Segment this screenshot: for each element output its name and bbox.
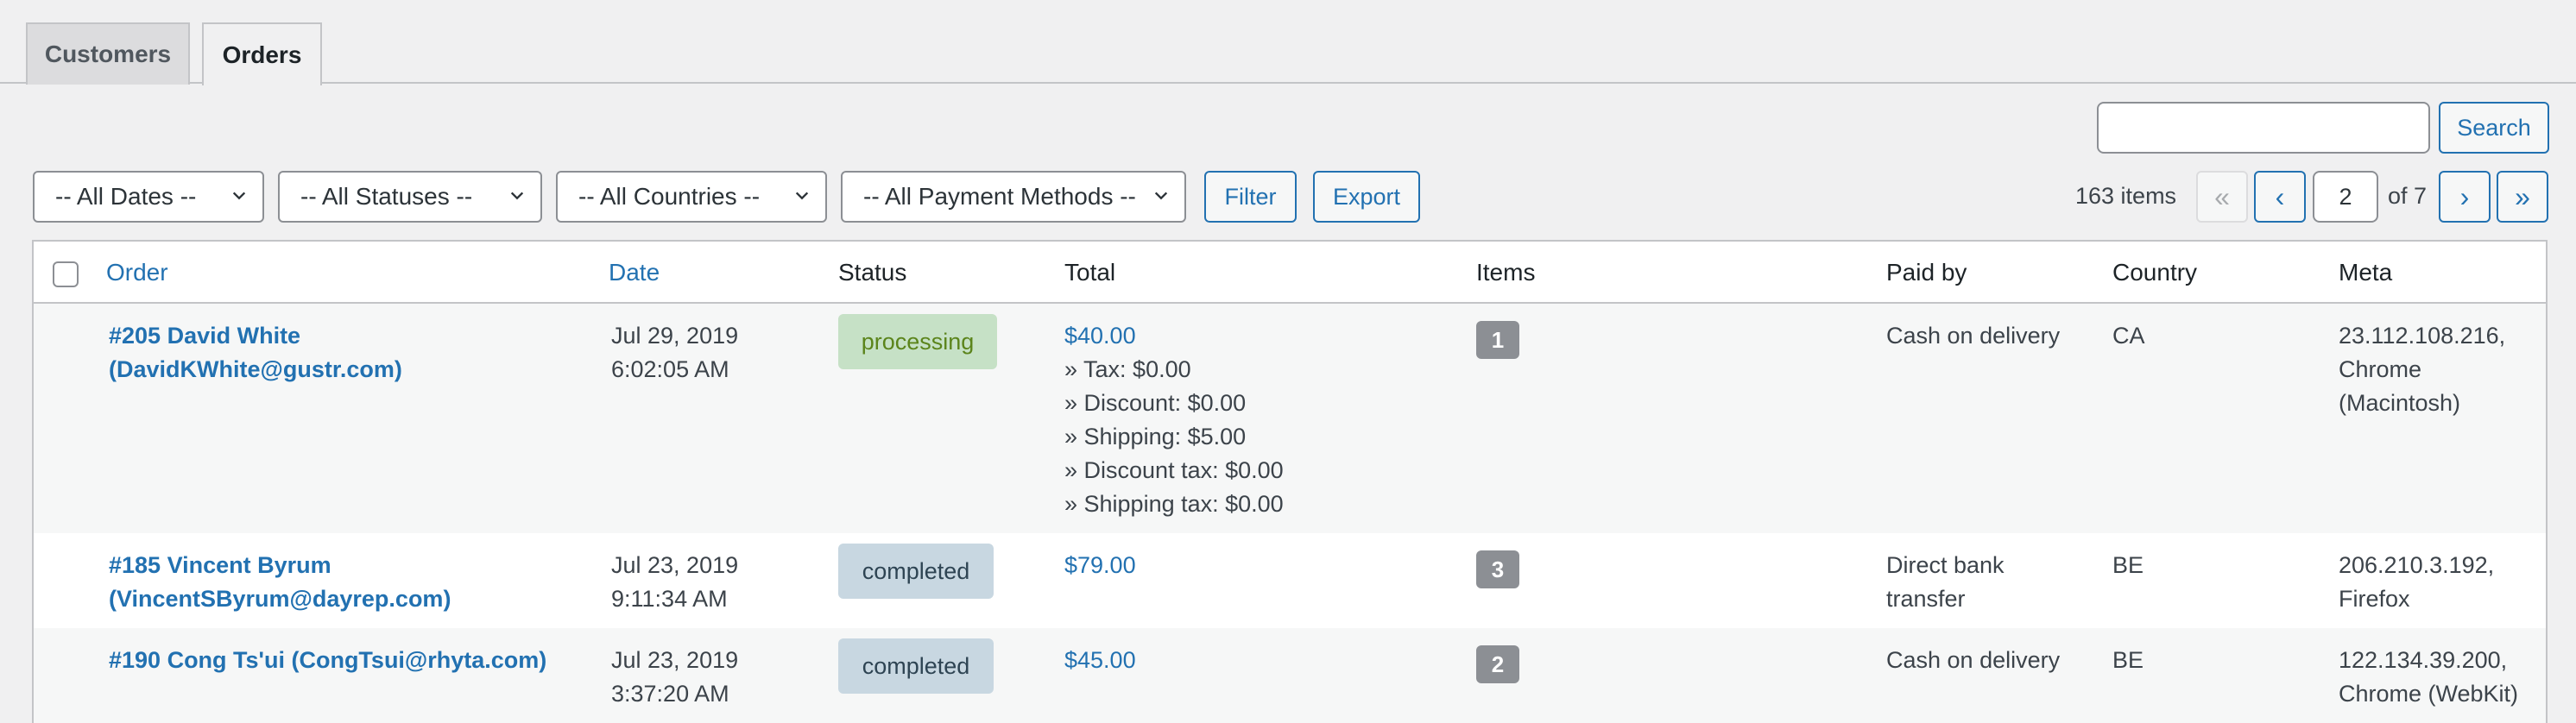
table-row: #205 David White (DavidKWhite@gustr.com)… (34, 304, 2546, 533)
tab-bar: Customers Orders (0, 0, 2576, 85)
column-country: Country (2112, 259, 2198, 286)
statuses-select-label: -- All Statuses -- (300, 183, 473, 210)
tab-orders[interactable]: Orders (202, 22, 322, 85)
order-name[interactable]: #205 David White (109, 319, 402, 353)
search-input[interactable] (2097, 102, 2430, 154)
paid-by-text: Cash on delivery (1886, 323, 2061, 349)
export-button[interactable]: Export (1313, 171, 1420, 223)
date-text: Jul 29, 2019 (611, 323, 739, 349)
items-count-badge: 1 (1476, 321, 1519, 359)
total-pages: of 7 (2388, 183, 2428, 209)
order-date: Jul 23, 2019 3:37:20 AM (611, 644, 738, 711)
chevron-down-icon (232, 192, 246, 200)
discount-tax-line: » Discount tax: $0.00 (1064, 457, 1284, 483)
meta: 206.210.3.192, Firefox (2339, 549, 2494, 616)
paid-by: Cash on delivery (1886, 319, 2060, 353)
meta-ip: 122.134.39.200, (2339, 647, 2508, 673)
meta-browser: Chrome (2339, 356, 2422, 382)
filter-button[interactable]: Filter (1204, 171, 1297, 223)
meta-ip: 23.112.108.216, (2339, 323, 2506, 349)
order-email[interactable]: (VincentSByrum@dayrep.com) (109, 582, 451, 616)
countries-select-label: -- All Countries -- (578, 183, 761, 210)
meta: 122.134.39.200, Chrome (WebKit) (2339, 644, 2518, 711)
status-badge: processing (838, 314, 997, 369)
order-total: $45.00 (1064, 644, 1136, 677)
order-date: Jul 29, 2019 6:02:05 AM (611, 319, 738, 387)
total-link[interactable]: $79.00 (1064, 549, 1136, 582)
order-total: $79.00 (1064, 549, 1136, 582)
items-count-badge: 3 (1476, 550, 1519, 588)
payment-methods-select-label: -- All Payment Methods -- (863, 183, 1136, 210)
shipping-tax-line: » Shipping tax: $0.00 (1064, 491, 1284, 517)
shipping-line: » Shipping: $5.00 (1064, 424, 1247, 450)
paid-by-text-cont: transfer (1886, 586, 1966, 612)
items-count: 163 items (2075, 183, 2177, 209)
meta-platform: (Macintosh) (2339, 390, 2461, 416)
next-page-button[interactable]: › (2439, 171, 2491, 223)
column-total: Total (1064, 259, 1116, 286)
prev-page-button[interactable]: ‹ (2254, 171, 2306, 223)
country: CA (2112, 323, 2145, 349)
status-badge: completed (838, 638, 994, 694)
meta: 23.112.108.216, Chrome (Macintosh) (2339, 319, 2505, 420)
table-row: #185 Vincent Byrum (VincentSByrum@dayrep… (34, 533, 2546, 628)
country: BE (2112, 552, 2144, 578)
last-page-button[interactable]: » (2497, 171, 2548, 223)
total-link[interactable]: $45.00 (1064, 644, 1136, 677)
column-order[interactable]: Order (106, 259, 168, 286)
total-link[interactable]: $40.00 (1064, 319, 1284, 353)
order-name[interactable]: #190 Cong Ts'ui (CongTsui@rhyta.com) (109, 644, 546, 677)
chevron-down-icon (1154, 192, 1168, 200)
order-link[interactable]: #205 David White (DavidKWhite@gustr.com) (109, 319, 402, 387)
column-status: Status (838, 259, 907, 286)
paid-by-text: Direct bank (1886, 552, 2005, 578)
chevron-down-icon (510, 192, 524, 200)
dates-select[interactable]: -- All Dates -- (33, 171, 264, 223)
column-paid-by: Paid by (1886, 259, 1967, 286)
tax-line: » Tax: $0.00 (1064, 356, 1191, 382)
current-page-input[interactable] (2313, 171, 2378, 223)
order-name[interactable]: #185 Vincent Byrum (109, 549, 451, 582)
paid-by-text: Cash on delivery (1886, 647, 2061, 673)
order-date: Jul 23, 2019 9:11:34 AM (611, 549, 738, 616)
tab-customers[interactable]: Customers (26, 22, 190, 85)
order-total: $40.00 » Tax: $0.00 » Discount: $0.00 » … (1064, 319, 1284, 521)
status-badge: completed (838, 544, 994, 599)
first-page-button[interactable]: « (2196, 171, 2248, 223)
statuses-select[interactable]: -- All Statuses -- (278, 171, 542, 223)
chevron-down-icon (795, 192, 809, 200)
discount-line: » Discount: $0.00 (1064, 390, 1247, 416)
order-link[interactable]: #190 Cong Ts'ui (CongTsui@rhyta.com) (109, 644, 546, 677)
table-header: Order Date Status Total Items Paid by Co… (34, 242, 2546, 304)
country: BE (2112, 647, 2144, 673)
orders-table: Order Date Status Total Items Paid by Co… (32, 240, 2548, 723)
search-button[interactable]: Search (2439, 102, 2549, 154)
time-text: 9:11:34 AM (611, 586, 728, 612)
paid-by: Direct bank transfer (1886, 549, 2005, 616)
column-meta: Meta (2339, 259, 2393, 286)
date-text: Jul 23, 2019 (611, 647, 739, 673)
meta-ip: 206.210.3.192, (2339, 552, 2495, 578)
items-count-badge: 2 (1476, 645, 1519, 683)
paid-by: Cash on delivery (1886, 644, 2060, 677)
dates-select-label: -- All Dates -- (55, 183, 197, 210)
date-text: Jul 23, 2019 (611, 552, 739, 578)
order-link[interactable]: #185 Vincent Byrum (VincentSByrum@dayrep… (109, 549, 451, 616)
time-text: 6:02:05 AM (611, 356, 729, 382)
payment-methods-select[interactable]: -- All Payment Methods -- (841, 171, 1186, 223)
column-items: Items (1476, 259, 1536, 286)
countries-select[interactable]: -- All Countries -- (556, 171, 827, 223)
table-row: #190 Cong Ts'ui (CongTsui@rhyta.com) Jul… (34, 628, 2546, 723)
select-all-checkbox[interactable] (53, 261, 79, 287)
time-text: 3:37:20 AM (611, 681, 729, 707)
column-date[interactable]: Date (609, 259, 660, 286)
meta-browser: Firefox (2339, 586, 2410, 612)
order-email[interactable]: (DavidKWhite@gustr.com) (109, 353, 402, 387)
meta-browser: Chrome (WebKit) (2339, 681, 2519, 707)
